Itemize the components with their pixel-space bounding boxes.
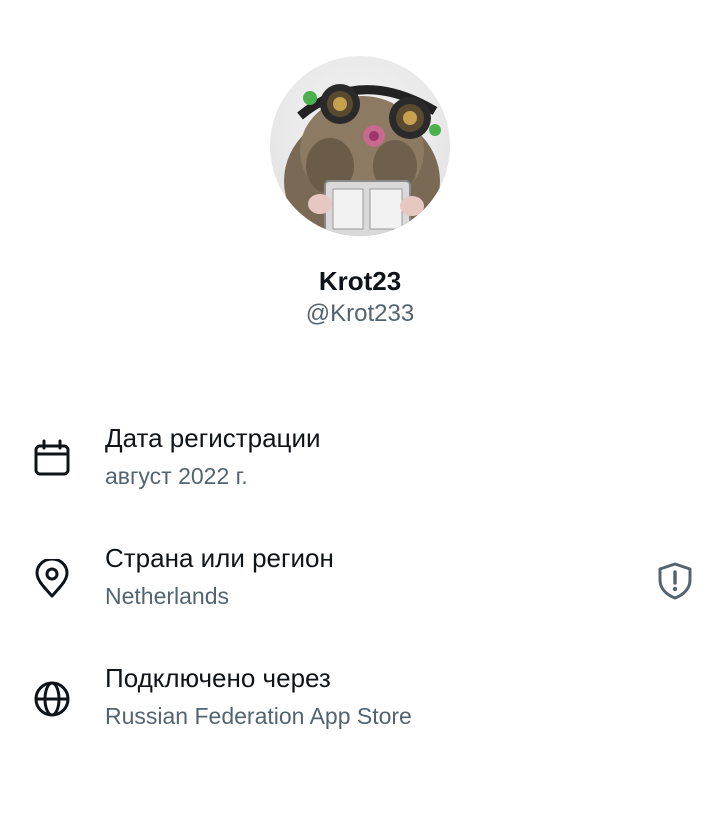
mole-with-goggles-avatar bbox=[284, 84, 441, 236]
about-row-title: Подключено через bbox=[105, 663, 331, 693]
about-row-value: Russian Federation App Store bbox=[105, 703, 412, 729]
about-row-registration-date: Дата регистрации август 2022 г. bbox=[0, 423, 720, 513]
globe-icon bbox=[32, 679, 72, 719]
avatar[interactable] bbox=[270, 56, 450, 236]
username-handle: @Krot233 bbox=[305, 300, 415, 327]
about-row-value: август 2022 г. bbox=[105, 463, 248, 489]
calendar-icon bbox=[32, 439, 72, 479]
location-pin-icon bbox=[32, 557, 72, 599]
about-row-connected-via: Подключено через Russian Federation App … bbox=[0, 663, 720, 753]
about-row-title: Страна или регион bbox=[105, 543, 334, 573]
about-row-title: Дата регистрации bbox=[105, 423, 321, 453]
about-row-value: Netherlands bbox=[105, 583, 230, 609]
about-row-country: Страна или регион Netherlands bbox=[0, 543, 720, 633]
display-name: Krot23 bbox=[318, 266, 402, 296]
shield-alert-icon[interactable] bbox=[655, 561, 695, 601]
